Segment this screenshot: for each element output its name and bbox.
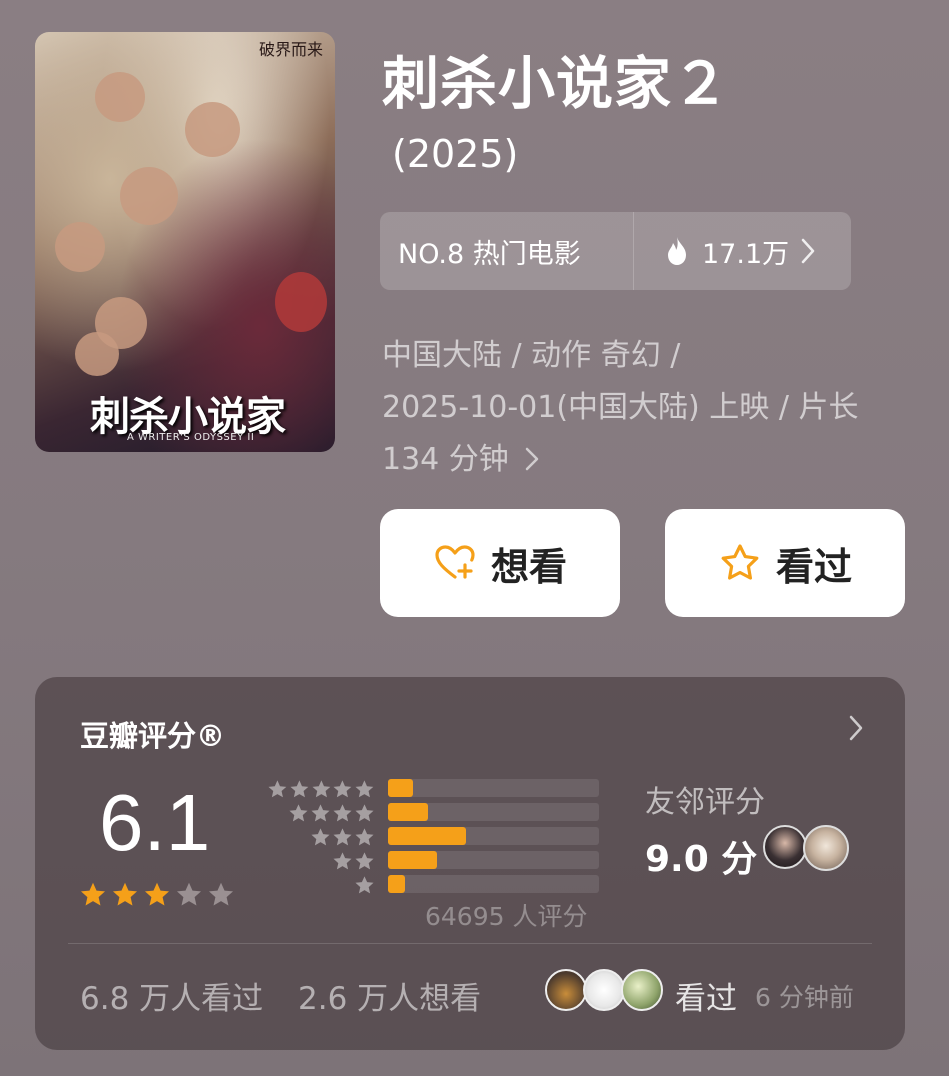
distribution-bar-track [388,851,599,869]
distribution-row-stars [267,777,375,801]
want-count[interactable]: 2.6 万人想看 [298,973,481,1018]
chevron-right-icon [526,447,539,471]
meta-line-duration: 134 分钟 [382,434,942,486]
chevron-right-icon[interactable] [849,715,863,741]
star-empty-icon [208,882,234,906]
heat-value: 17.1万 [702,238,790,270]
distribution-star-labels [267,777,375,897]
avatar[interactable] [545,969,587,1011]
movie-year: (2025) [392,132,519,176]
star-icon [355,875,374,893]
distribution-row-stars [267,801,375,825]
star-icon [311,803,330,821]
star-icon [333,779,352,797]
avatar[interactable] [621,969,663,1011]
poster-subtitle: A WRITER'S ODYSSEY II [127,432,255,443]
watched-button[interactable]: 看过 [665,509,905,617]
avatar[interactable] [803,825,849,871]
star-filled-icon [80,882,106,906]
distribution-bar-track [388,803,599,821]
distribution-bar-track [388,779,599,797]
star-icon [355,851,374,869]
distribution-bar-track [388,827,599,845]
star-icon [333,851,352,869]
rank-label[interactable]: NO.8 热门电影 [380,212,634,290]
poster-figure [185,102,240,157]
seen-count[interactable]: 6.8 万人看过 [80,973,263,1018]
poster-image[interactable]: 破界而来 刺杀小说家 A WRITER'S ODYSSEY II [35,32,335,452]
star-icon [355,779,374,797]
meta-line: 中国大陆 / 动作 奇幻 / [382,338,681,373]
poster-figure [95,72,145,122]
star-icon [290,779,309,797]
distribution-row-stars [267,873,375,897]
distribution-bar-fill [388,851,437,869]
distribution-bar-fill [388,779,414,797]
star-icon [355,827,374,845]
friends-seen-time: 6 分钟前 [755,983,854,1012]
star-icon [268,779,287,797]
divider [68,943,872,944]
star-empty-icon [176,882,202,906]
distribution-bar-track [388,875,599,893]
star-filled-icon [144,882,170,906]
want-to-watch-button[interactable]: 想看 [380,509,620,617]
rating-card[interactable]: 豆瓣评分® 6.1 64695 人评分 友邻评分 9.0 分 6.8 万人看过 … [35,677,905,1050]
seen-label: 看过 [775,544,852,589]
poster-figure [55,222,105,272]
distribution-bars [388,779,599,899]
avatar[interactable] [583,969,625,1011]
distribution-row-stars [267,825,375,849]
star-icon [355,803,374,821]
poster-figure [75,332,119,376]
distribution-bar-fill [388,875,405,893]
heat-button[interactable]: 17.1万 [634,232,851,271]
star-icon [289,803,308,821]
star-icon [333,803,352,821]
star-filled-icon [112,882,138,906]
rating-count: 64695 人评分 [425,902,588,931]
meta-line: 2025-10-01(中国大陆) 上映 / 片长 [382,390,859,425]
distribution-row-stars [267,849,375,873]
distribution-bar-fill [388,803,429,821]
meta-duration: 134 分钟 [382,442,509,477]
poster-figure [275,272,327,332]
want-label: 想看 [490,544,567,589]
star-icon [311,827,330,845]
star-icon [333,827,352,845]
star-outline-icon [721,544,759,580]
movie-title: 刺杀小说家２ [382,51,730,117]
friend-rating-label: 友邻评分 [645,785,765,820]
rating-stars [79,881,235,909]
poster-figure [120,167,178,225]
distribution-bar-fill [388,827,467,845]
star-icon [312,779,330,797]
rating-title: 豆瓣评分® [80,719,226,753]
rank-box[interactable]: NO.8 热门电影 17.1万 [380,212,851,290]
friend-rating-score: 9.0 分 [645,839,758,880]
rating-score: 6.1 [99,778,211,867]
chevron-right-icon [801,238,815,264]
poster-tagline: 破界而来 [258,40,323,59]
avatar[interactable] [763,825,807,869]
movie-meta[interactable]: 中国大陆 / 动作 奇幻 / 2025-10-01(中国大陆) 上映 / 片长 … [382,330,942,486]
heart-plus-icon [435,545,475,579]
flame-icon [668,237,686,265]
friends-seen-label: 看过 [675,981,737,1017]
